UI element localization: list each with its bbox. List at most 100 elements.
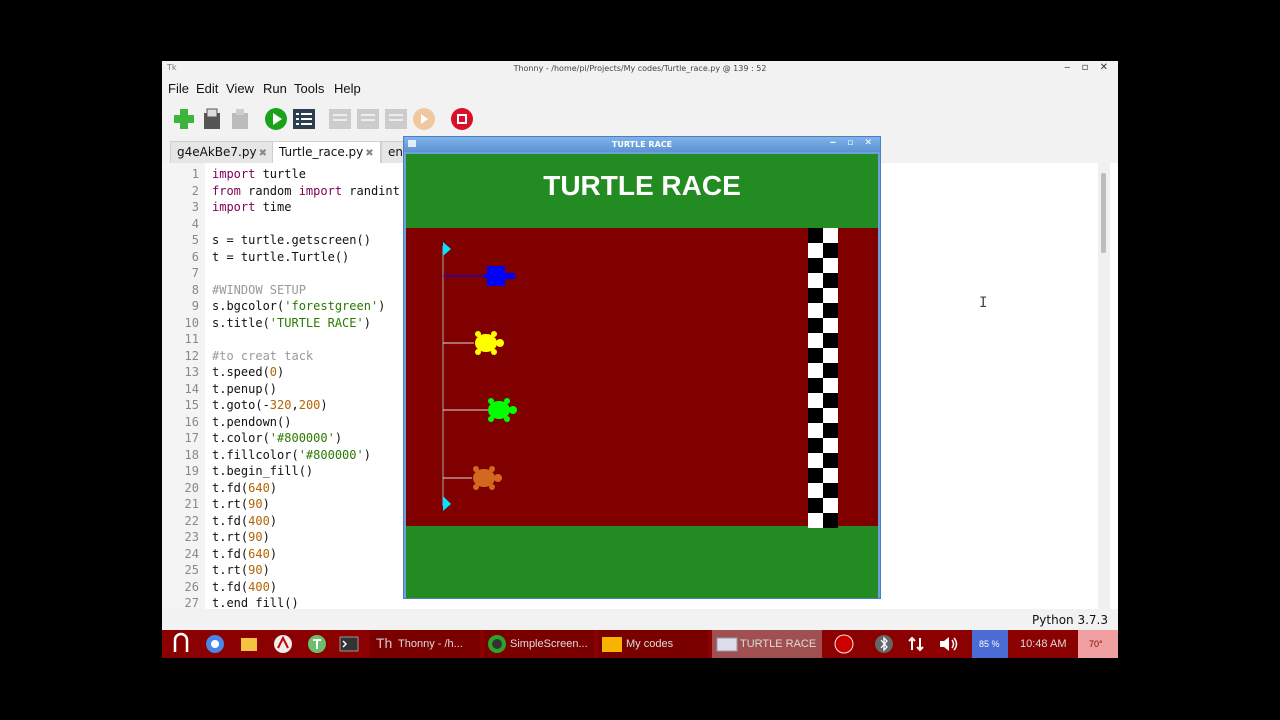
clock[interactable]: 10:48 AM xyxy=(1012,630,1072,658)
line-number: 8 xyxy=(191,282,199,297)
finish-square xyxy=(808,333,823,348)
mathematica-icon[interactable] xyxy=(270,630,296,658)
folder-icon[interactable] xyxy=(236,630,262,658)
code-token: ) xyxy=(363,447,371,462)
code-token: t.rt( xyxy=(212,563,249,577)
bluetooth-icon[interactable] xyxy=(872,630,896,658)
taskbar-label: My codes xyxy=(626,638,674,650)
volume-icon[interactable] xyxy=(936,630,962,658)
new-file-icon[interactable] xyxy=(172,107,196,131)
finish-square xyxy=(808,483,823,498)
tab-g4eakbe7[interactable]: g4eAkBe7.py ✖ xyxy=(170,141,274,163)
run-icon[interactable] xyxy=(264,107,288,131)
close-icon[interactable]: ✖ xyxy=(259,148,267,159)
debug-icon[interactable] xyxy=(292,107,316,131)
raspberry-icon[interactable] xyxy=(168,630,194,658)
menu-help[interactable]: Help xyxy=(334,81,361,96)
line-number: 24 xyxy=(184,546,199,561)
code-line: t.pendown() xyxy=(212,415,291,429)
line-number: 20 xyxy=(184,480,199,495)
window-controls[interactable]: ‒ ▫ ✕ xyxy=(1064,62,1112,73)
code-token: ) xyxy=(269,546,278,561)
python-version[interactable]: Python 3.7.3 xyxy=(1032,613,1108,627)
finish-square xyxy=(823,258,838,273)
close-icon[interactable]: ✖ xyxy=(365,148,373,159)
load-file-icon[interactable] xyxy=(200,107,224,131)
turtle-window-controls[interactable]: ‒ ▫ ✕ xyxy=(830,138,876,148)
finish-square xyxy=(808,393,823,408)
code-line: t.color('#800000') xyxy=(212,431,342,445)
finish-square xyxy=(823,243,838,258)
scrollbar-thumb[interactable] xyxy=(1101,173,1106,253)
code-line: t.fd(400) xyxy=(212,514,277,528)
finish-square xyxy=(808,288,823,303)
code-token: import xyxy=(298,183,343,198)
recorder-tray-icon[interactable] xyxy=(832,630,856,658)
network-icon[interactable] xyxy=(904,630,928,658)
code-token: 0 xyxy=(269,365,278,379)
resume-icon[interactable] xyxy=(412,107,436,131)
save-file-icon[interactable] xyxy=(228,107,252,131)
finish-square xyxy=(808,378,823,393)
step-over-icon[interactable] xyxy=(328,107,352,131)
code-token: ) xyxy=(262,563,270,577)
tab-turtle-race[interactable]: Turtle_race.py ✖ xyxy=(272,141,381,163)
terminal-icon[interactable] xyxy=(336,630,362,658)
menu-tools[interactable]: Tools xyxy=(294,81,324,96)
taskbar-item-my-codes[interactable]: My codes xyxy=(598,630,708,658)
code-token: from xyxy=(212,183,241,198)
finish-square xyxy=(808,513,823,528)
thonny-icon[interactable] xyxy=(304,630,330,658)
line-number-gutter: 1 2 3 4 5 6 7 8 9 10 11 12 13 14 15 16 17 18 19 20 21 22 23 24 2… xyxy=(162,163,205,610)
taskbar-item-simplescreen[interactable]: SimpleScreen... xyxy=(484,630,594,658)
browser-icon[interactable] xyxy=(202,630,228,658)
code-token: t = turtle.Turtle() xyxy=(212,249,350,264)
code-line: t.end_fill() xyxy=(212,596,299,610)
menu-run[interactable]: Run xyxy=(263,81,287,96)
code-token: ) xyxy=(320,398,328,412)
stop-icon[interactable] xyxy=(450,107,474,131)
menu-file[interactable]: File xyxy=(168,81,189,96)
line-number: 13 xyxy=(184,365,199,379)
code-token: ) xyxy=(269,579,278,594)
line-number: 5 xyxy=(191,233,199,247)
code-token: t.speed( xyxy=(212,365,270,379)
code-token: ) xyxy=(269,513,278,528)
line-number: 19 xyxy=(184,464,199,478)
line-number: 26 xyxy=(184,579,199,594)
step-into-icon[interactable] xyxy=(356,107,380,131)
finish-square xyxy=(808,243,823,258)
code-line: from random import randint xyxy=(212,184,400,198)
clock-time: 10:48 AM xyxy=(1020,638,1067,650)
turtle-canvas[interactable]: TURTLE RACE xyxy=(406,154,878,598)
line-number: 17 xyxy=(184,431,199,445)
turtle-window-titlebar[interactable]: TURTLE RACE ‒ ▫ ✕ xyxy=(404,137,880,152)
menu-edit[interactable]: Edit xyxy=(196,81,218,96)
line-number: 1 xyxy=(191,167,199,181)
code-token: t.rt( xyxy=(212,530,249,544)
taskbar-item-turtle-race[interactable]: TURTLE RACE xyxy=(712,630,822,658)
temperature-monitor[interactable]: 70° xyxy=(1078,630,1118,658)
step-out-icon[interactable] xyxy=(384,107,408,131)
code-token: random xyxy=(240,183,299,198)
code-line: import turtle xyxy=(212,167,306,181)
turtle-window-title: TURTLE RACE xyxy=(611,140,673,149)
line-number: 10 xyxy=(184,315,199,330)
code-line: t.fillcolor('#800000') xyxy=(212,448,371,462)
line-number: 14 xyxy=(184,381,199,396)
code-line: t.fd(640) xyxy=(212,481,277,495)
cpu-monitor[interactable]: 85 % xyxy=(972,630,1008,658)
editor-scrollbar[interactable] xyxy=(1098,163,1110,609)
window-titlebar[interactable]: Tk Thonny - /home/pi/Projects/My codes/T… xyxy=(162,61,1118,77)
finish-square xyxy=(823,453,838,468)
turtle-window: TURTLE RACE ‒ ▫ ✕ TURTLE RACE xyxy=(403,136,881,599)
line-number: 16 xyxy=(184,414,199,429)
code-token: #to creat tack xyxy=(212,348,314,363)
finish-square xyxy=(823,408,838,423)
code-token: t.pendown() xyxy=(212,414,292,429)
finish-square xyxy=(823,498,838,513)
code-line: t.speed(0) xyxy=(212,365,284,379)
menu-view[interactable]: View xyxy=(226,81,254,96)
taskbar-label: Thonny - /h... xyxy=(398,638,463,650)
taskbar-item-thonny[interactable]: Th Thonny - /h... xyxy=(370,630,480,658)
